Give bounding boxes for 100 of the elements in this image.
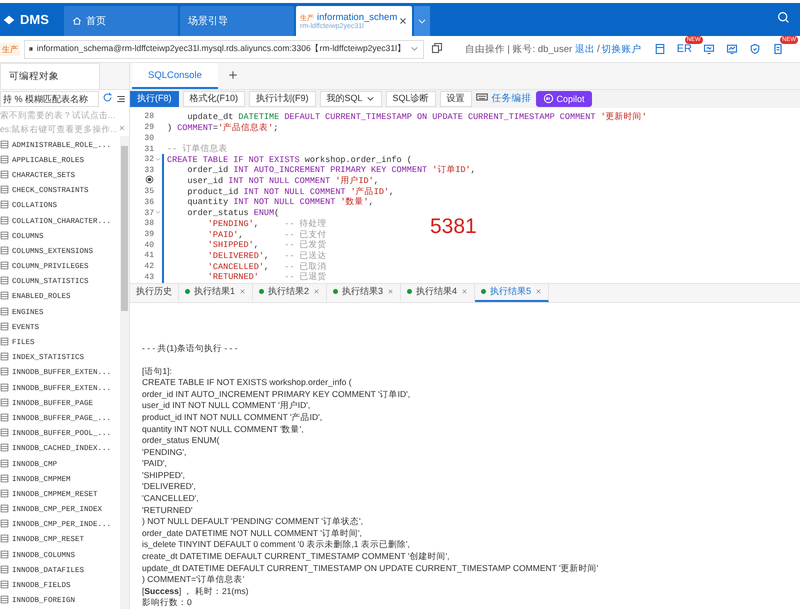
my-sql-dropdown[interactable]: 我的SQL <box>320 90 382 107</box>
code-line: ) COMMENT='产品信息表'; <box>167 122 278 134</box>
code-line: -- 订单信息表 <box>167 143 228 156</box>
scrollbar[interactable] <box>120 136 129 609</box>
console-tab[interactable]: SQLConsole <box>132 63 218 89</box>
app-logo-text: DMS <box>20 12 49 27</box>
line-number: 40 <box>144 240 154 250</box>
output-line: user_id INT NOT NULL COMMENT '用户ID', <box>142 400 312 412</box>
line-number: 36 <box>144 198 154 207</box>
toolbar-button[interactable]: SQL诊断 <box>386 90 436 107</box>
table-icon <box>0 428 9 438</box>
output-line: 'DELIVERED', <box>142 481 197 494</box>
sidebar-tab[interactable]: 可编程对象 <box>0 63 100 89</box>
output-header: - - - 共(1)条语句执行 - - - <box>142 342 239 355</box>
er-diagram-button[interactable]: ER <box>676 43 692 55</box>
table-icon <box>0 291 9 300</box>
output-line: 'PAID', <box>142 458 168 470</box>
table-icon <box>0 550 9 559</box>
home-icon <box>72 16 82 26</box>
tab-title: information_schem <box>317 12 398 23</box>
shield-icon <box>749 43 761 55</box>
line-number: 30 <box>144 134 154 143</box>
code-line: order_status ENUM( <box>186 208 280 218</box>
tab-label: 场景引导 <box>188 14 228 28</box>
fold-chevron-icon <box>155 209 161 216</box>
line-number: 33 <box>144 166 154 175</box>
overlay-number: 5381 <box>430 214 477 239</box>
top-tab[interactable]: 首页 <box>64 6 178 36</box>
output-line: [语句1]: <box>142 366 173 378</box>
table-icon <box>0 276 9 286</box>
result-tab[interactable]: 执行结果2 <box>253 283 328 302</box>
result-tab[interactable]: 执行结果3 <box>327 283 402 302</box>
output-line: ) COMMENT='订单信息表' <box>142 574 246 586</box>
table-icon <box>0 534 9 544</box>
separator-text: / <box>596 44 600 54</box>
line-number: 32 <box>144 155 154 164</box>
fold-chevron-icon <box>155 156 161 162</box>
current-line-icon <box>145 175 154 184</box>
line-number: 43 <box>144 272 154 282</box>
table-icon <box>0 170 9 179</box>
code-line: quantity INT NOT NULL COMMENT '数量', <box>186 196 374 208</box>
output-line: order_date DATETIME NOT NULL COMMENT '订单时间', <box>142 528 363 540</box>
table-search-field[interactable]: 持 % 模糊匹配表名称 <box>0 91 99 107</box>
monitor-chart-icon <box>726 43 738 55</box>
table-icon <box>0 337 9 346</box>
line-number: 42 <box>144 262 154 272</box>
line-number: 31 <box>144 144 154 154</box>
result-tab[interactable]: 执行结果4 <box>401 283 476 302</box>
table-icon <box>0 564 9 574</box>
table-icon <box>0 216 9 225</box>
table-icon <box>0 443 9 452</box>
database-selector[interactable]: information_schema@rm-ldffcteiwp2yec31l.mysql.rds.aliyuncs.com:3306【rm-ldffcteiwp2yec31l】 <box>24 40 424 58</box>
plus-icon <box>228 70 238 80</box>
output-line: ) NOT NULL DEFAULT 'PENDING' COMMENT '订单状态', <box>142 516 364 528</box>
task-orchestration-link[interactable]: 任务编排 <box>492 92 532 106</box>
status-line: [Success] ， 耗时：21(ms) <box>142 586 250 598</box>
output-line: 影响行数：0 <box>142 597 193 609</box>
run-button[interactable]: 执行(F8) <box>130 90 178 107</box>
code-line: user_id INT NOT NULL COMMENT '用户ID', <box>186 175 379 187</box>
table-icon <box>0 488 9 498</box>
line-number: 29 <box>144 123 154 132</box>
table-icon <box>0 322 9 331</box>
close-icon <box>239 288 246 295</box>
result-tab[interactable]: 执行历史 <box>130 283 179 302</box>
toolbar-button[interactable]: 格式化(F10) <box>182 90 246 107</box>
status-dot <box>259 289 264 294</box>
code-line: 'DELIVERED', -- 已送达 <box>206 250 327 262</box>
hint-text: es:鼠标右键可查看更多操作... <box>0 123 118 136</box>
copilot-button[interactable]: Copilot <box>536 90 592 107</box>
chat-bubble-icon <box>542 93 554 104</box>
line-number: 39 <box>144 230 154 240</box>
output-line: 'RETURNED' <box>142 504 194 516</box>
logout-link[interactable]: 退出 <box>574 42 595 56</box>
toolbar-button[interactable]: 执行计划(F9) <box>249 90 316 107</box>
code-line: 'RETURNED' -- 已退货 <box>206 271 327 284</box>
tabs-dropdown-button[interactable] <box>414 6 430 36</box>
toolbar-button[interactable]: 设置 <box>440 90 472 107</box>
close-icon <box>313 288 320 295</box>
table-icon <box>0 261 9 270</box>
table-icon <box>0 352 9 362</box>
calculator-icon <box>654 43 666 55</box>
switch-account-link[interactable]: 切换账户 <box>602 42 642 56</box>
refresh-icon <box>102 92 113 103</box>
top-tab[interactable]: 场景引导 <box>180 6 294 36</box>
table-icon <box>0 580 9 590</box>
close-icon <box>387 288 394 295</box>
output-line: 'PENDING', <box>142 446 188 458</box>
output-line: order_id INT AUTO_INCREMENT PRIMARY KEY COMMENT '订单ID', <box>142 388 412 400</box>
code-line: 'PAID', -- 已支付 <box>206 228 327 240</box>
result-tab[interactable]: 执行结果5 <box>475 283 550 302</box>
search-icon <box>777 11 790 24</box>
table-icon <box>0 458 9 468</box>
tab-label: 首页 <box>86 15 106 28</box>
list-icon <box>116 94 126 104</box>
status-dot <box>333 289 338 294</box>
result-tab[interactable]: 执行结果1 <box>179 283 254 302</box>
close-icon <box>535 288 542 295</box>
code-line: 'CANCELLED', -- 已取消 <box>206 260 327 272</box>
table-icon <box>0 185 9 194</box>
output-line: 'SHIPPED', <box>142 470 186 482</box>
